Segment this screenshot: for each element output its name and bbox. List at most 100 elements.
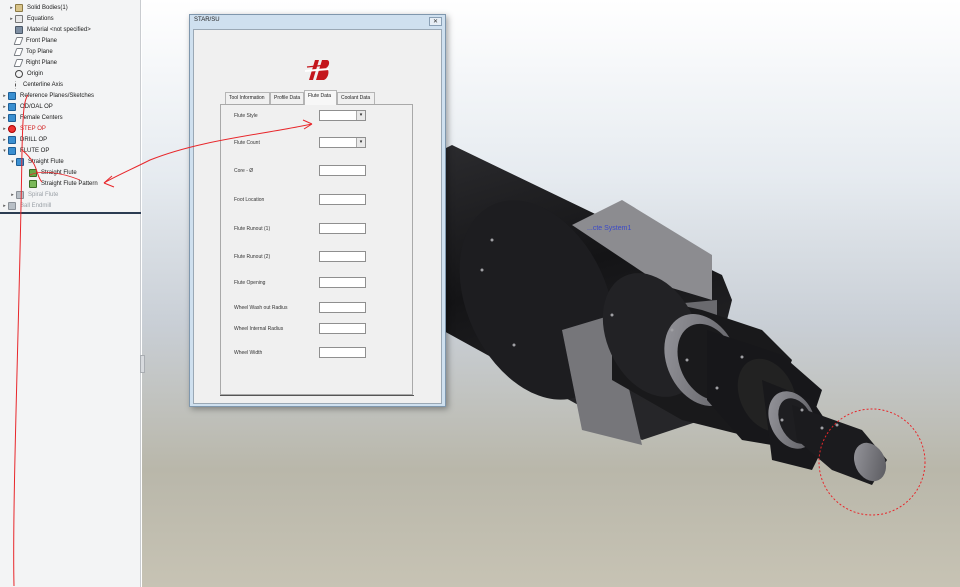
tree-item-solid-bodies-1[interactable]: ▸ Solid Bodies(1)	[8, 2, 68, 13]
expander-icon[interactable]: ▸	[9, 192, 16, 198]
folder-icon	[16, 157, 24, 166]
expander-icon[interactable]: ▸	[8, 5, 15, 11]
tree-item-label: Top Plane	[26, 48, 53, 55]
tree-item-top-plane[interactable]: Top Plane	[8, 46, 53, 57]
error-icon	[8, 124, 16, 133]
tab-coolant-data[interactable]: Coolant Data	[337, 92, 375, 104]
pattern-icon	[29, 179, 37, 188]
tree-item-material-not-specified[interactable]: Material <not specified>	[8, 24, 91, 35]
flute-runout-2-label: Flute Runout (2)	[234, 254, 271, 260]
tree-item-straight-flute-pattern[interactable]: Straight Flute Pattern	[22, 178, 98, 189]
foot-location-input[interactable]	[319, 194, 366, 205]
folder-grey-icon	[8, 201, 16, 210]
flute-style-label: Flute Style	[234, 113, 258, 119]
wheel-width-label: Wheel Width	[234, 350, 263, 356]
folder-grey-icon	[16, 190, 24, 199]
expander-icon[interactable]: ▾	[9, 159, 16, 165]
tree-item-ball-endmill[interactable]: ▸ Ball Endmill	[1, 200, 51, 211]
dialog-title: STAR/SU	[194, 17, 220, 23]
wheel-internal-radius-label: Wheel Internal Radius	[234, 326, 284, 332]
tab-flute-data[interactable]: Flute Data	[304, 90, 337, 105]
tree-item-straight-flute[interactable]: ▾ Straight Flute	[9, 156, 64, 167]
tree-item-equations[interactable]: ▸ Equations	[8, 13, 54, 24]
flute-opening-input[interactable]	[319, 277, 366, 288]
plane-icon	[13, 36, 24, 45]
tree-item-label: DRILL OP	[20, 136, 48, 143]
tree-item-female-centers[interactable]: ▸ Female Centers	[1, 112, 63, 123]
panel-splitter-handle[interactable]	[140, 355, 145, 373]
dialog-client-area: Tool Information Profile Data Flute Data Co…	[193, 29, 442, 404]
tree-item-label: Straight Flute Pattern	[41, 180, 98, 187]
tree-item-origin[interactable]: Origin	[8, 68, 43, 79]
tree-item-label: Straight Flute	[28, 158, 64, 165]
wheel-width-input[interactable]	[319, 347, 366, 358]
expander-icon[interactable]: ▾	[1, 148, 8, 154]
tree-item-spiral-flute[interactable]: ▸ Spiral Flute	[9, 189, 58, 200]
tree-item-label: STEP OP	[20, 125, 46, 132]
equations-icon	[15, 14, 23, 23]
tree-item-reference-planes-sketches[interactable]: ▸ Reference Planes/Sketches	[1, 90, 94, 101]
tree-item-label: Material <not specified>	[27, 26, 91, 33]
tree-item-label: Spiral Flute	[28, 191, 59, 198]
tree-item-label: Origin	[27, 70, 44, 77]
tree-item-label: Right Plane	[26, 59, 58, 66]
expander-icon[interactable]: ▸	[1, 115, 8, 121]
tree-item-front-plane[interactable]: Front Plane	[8, 35, 57, 46]
tree-item-label: Centerline Axis	[23, 81, 64, 88]
close-button[interactable]: ✕	[429, 17, 442, 26]
tree-item-label: Reference Planes/Sketches	[20, 92, 95, 99]
tree-item-label: Equations	[27, 15, 54, 22]
folder-icon	[8, 113, 16, 122]
expander-icon[interactable]: ▸	[1, 126, 8, 132]
tree-item-label: Front Plane	[26, 37, 58, 44]
chevron-down-icon[interactable]: ▾	[356, 138, 365, 147]
flute-count-dropdown[interactable]: ▾	[319, 137, 366, 148]
tab-profile-data[interactable]: Profile Data	[270, 92, 304, 104]
tree-item-label: OD/OAL OP	[20, 103, 53, 110]
feature-icon	[29, 168, 37, 177]
feature-tree: ▸ Solid Bodies(1) ▸ Equations Material <not …	[0, 0, 141, 587]
flute-runout-1-label: Flute Runout (1)	[234, 226, 271, 232]
core-input[interactable]	[319, 165, 366, 176]
flute-count-label: Flute Count	[234, 140, 260, 146]
flute-style-dropdown[interactable]: ▾	[319, 110, 366, 121]
tree-item-drill-op[interactable]: ▸ DRILL OP	[1, 134, 47, 145]
tree-item-right-plane[interactable]: Right Plane	[8, 57, 57, 68]
wheel-wash-out-radius-input[interactable]	[319, 302, 366, 313]
folder-icon	[8, 91, 16, 100]
wheel-wash-out-radius-label: Wheel Wash out Radius	[234, 305, 288, 311]
tree-item-centerline-axis[interactable]: Centerline Axis	[8, 79, 63, 90]
tree-item-od-oal-op[interactable]: ▸ OD/OAL OP	[1, 101, 53, 112]
wheel-internal-radius-input[interactable]	[319, 323, 366, 334]
tree-item-label: Solid Bodies(1)	[27, 4, 68, 11]
folder-icon	[8, 102, 16, 111]
coordinate-system-label: ...cte System1	[587, 225, 632, 232]
expander-icon[interactable]: ▸	[1, 93, 8, 99]
flute-opening-label: Flute Opening	[234, 280, 266, 286]
flute-runout-1-input[interactable]	[319, 223, 366, 234]
folder-icon	[8, 135, 16, 144]
tree-item-label: Female Centers	[20, 114, 63, 121]
tree-item-flute-op[interactable]: ▾ FLUTE OP	[1, 145, 49, 156]
expander-icon[interactable]: ▸	[8, 16, 15, 22]
tree-item-step-op[interactable]: ▸ STEP OP	[1, 123, 46, 134]
axis-icon	[15, 80, 19, 89]
tree-item-straight-flute[interactable]: Straight Flute	[22, 167, 77, 178]
solid-bodies-icon	[15, 3, 23, 12]
tree-divider	[0, 212, 141, 214]
plane-icon	[13, 47, 24, 56]
tree-item-label: FLUTE OP	[20, 147, 50, 154]
tab-tool-information[interactable]: Tool Information	[225, 92, 270, 104]
tree-item-label: Straight Flute	[41, 169, 77, 176]
flute-data-panel: Flute Style ▾ Flute Count ▾ Core - Ø Foot Loc…	[220, 104, 414, 396]
flute-runout-2-input[interactable]	[319, 251, 366, 262]
material-icon	[15, 25, 23, 34]
tree-item-label: Ball Endmill	[20, 202, 52, 209]
foot-location-label: Foot Location	[234, 197, 265, 203]
expander-icon[interactable]: ▸	[1, 104, 8, 110]
expander-icon[interactable]: ▸	[1, 137, 8, 143]
expander-icon[interactable]: ▸	[1, 203, 8, 209]
origin-icon	[15, 69, 23, 78]
chevron-down-icon[interactable]: ▾	[356, 111, 365, 120]
star-su-dialog: STAR/SU ✕ Tool Information Profile Data Fl…	[189, 14, 446, 407]
